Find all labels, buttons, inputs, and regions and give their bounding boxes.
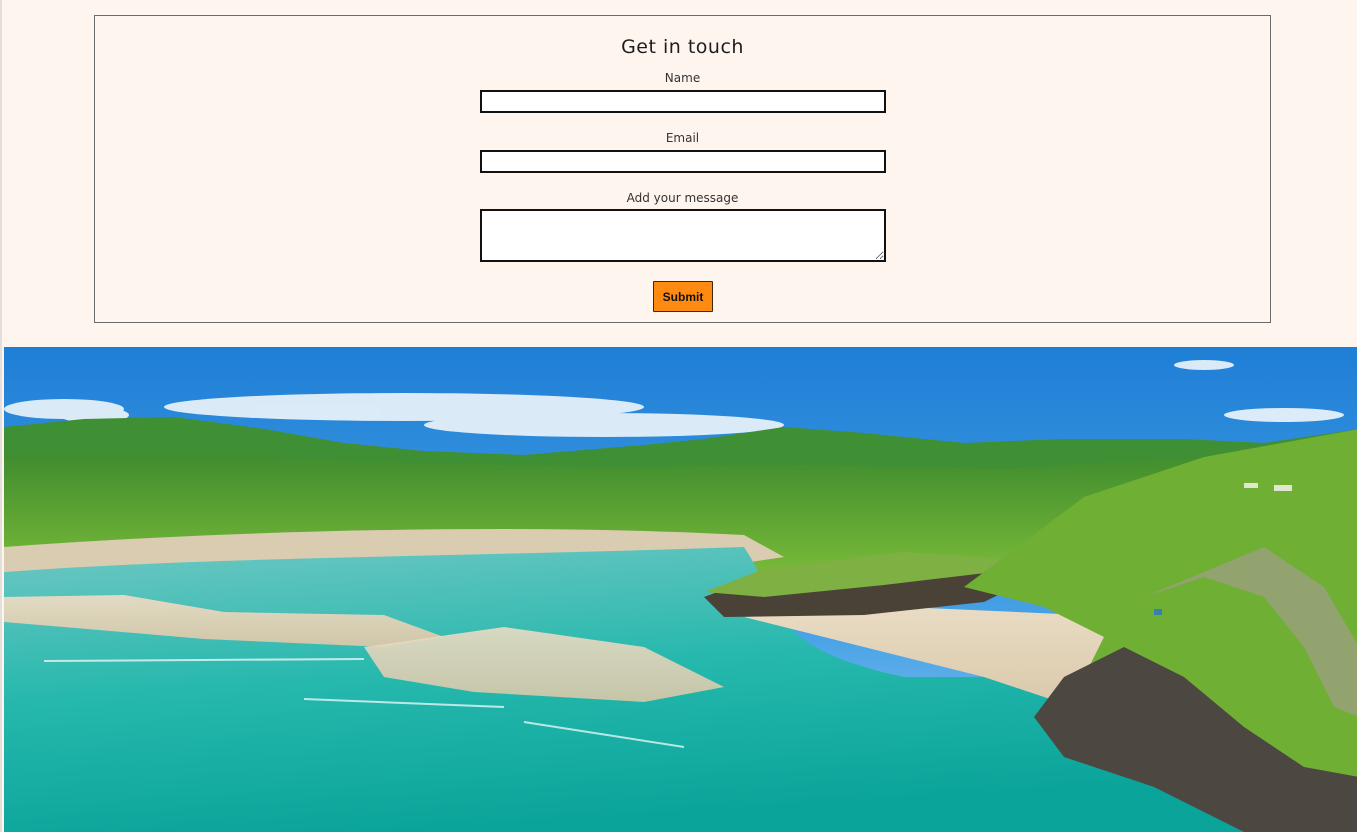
beach-landscape-image [4, 347, 1357, 832]
contact-form-box: Get in touch Name Email Add your message… [94, 15, 1271, 323]
name-input[interactable] [480, 90, 886, 113]
submit-button[interactable]: Submit [653, 281, 713, 312]
message-label: Add your message [626, 191, 739, 205]
message-textarea[interactable] [480, 209, 886, 262]
beach-landscape-illustration [4, 347, 1357, 832]
email-label: Email [665, 131, 700, 145]
form-title: Get in touch [621, 36, 744, 58]
name-label: Name [664, 71, 701, 85]
page: Get in touch Name Email Add your message… [0, 0, 1357, 832]
email-input[interactable] [480, 150, 886, 173]
